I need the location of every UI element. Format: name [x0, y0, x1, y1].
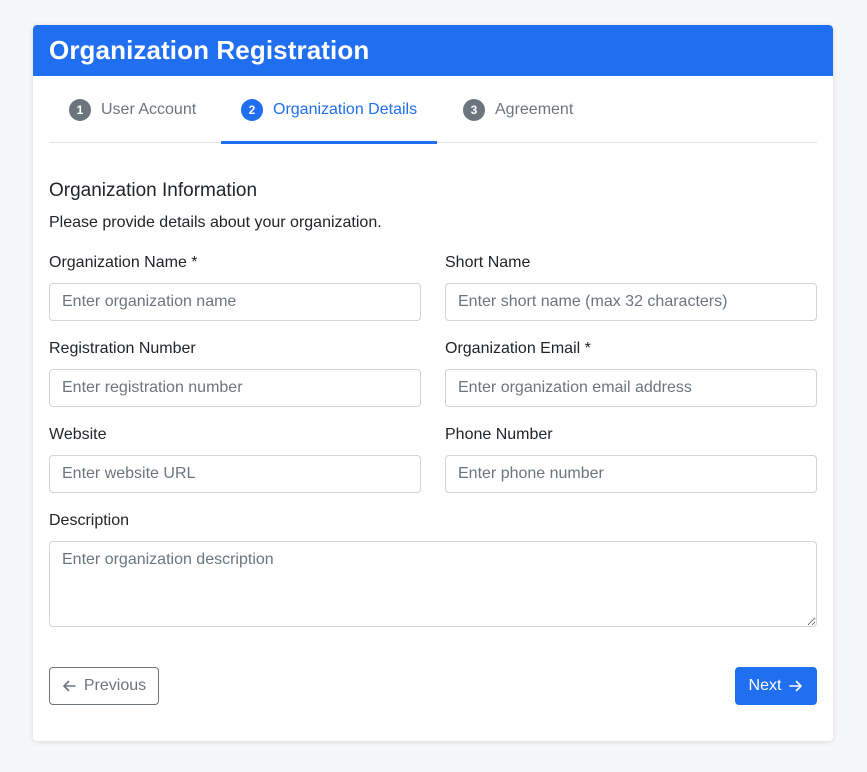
- step-label: User Account: [101, 100, 197, 118]
- reg-number-label: Registration Number: [49, 340, 196, 357]
- short-name-input[interactable]: [445, 283, 817, 321]
- registration-card: Organization Registration 1 User Account…: [33, 25, 833, 741]
- previous-button[interactable]: Previous: [49, 667, 159, 705]
- step-number-badge: 2: [241, 98, 263, 121]
- step-label: Organization Details: [273, 100, 418, 118]
- page-title: Organization Registration: [49, 35, 370, 65]
- arrow-left-icon: [62, 679, 76, 693]
- step-label: Agreement: [495, 100, 574, 118]
- next-button[interactable]: Next: [735, 667, 817, 705]
- step-number-badge: 1: [69, 98, 91, 121]
- step-number-badge: 3: [463, 98, 485, 121]
- org-name-label: Organization Name *: [49, 254, 198, 271]
- org-email-label: Organization Email *: [445, 340, 591, 357]
- org-email-input[interactable]: [445, 369, 817, 407]
- tab-agreement[interactable]: 3 Agreement: [463, 76, 573, 143]
- short-name-label: Short Name: [445, 254, 531, 271]
- phone-input[interactable]: [445, 455, 817, 493]
- next-button-label: Next: [748, 677, 782, 694]
- section-title: Organization Information: [49, 180, 258, 201]
- reg-number-input[interactable]: [49, 369, 421, 407]
- card-header: Organization Registration: [33, 25, 833, 76]
- step-tabs: 1 User Account 2 Organization Details 3 …: [49, 76, 817, 144]
- previous-button-label: Previous: [83, 677, 147, 694]
- tab-user-account[interactable]: 1 User Account: [69, 76, 196, 143]
- section-description: Please provide details about your organi…: [49, 214, 382, 231]
- phone-label: Phone Number: [445, 426, 553, 443]
- website-label: Website: [49, 426, 107, 443]
- org-name-input[interactable]: [49, 283, 421, 321]
- website-input[interactable]: [49, 455, 421, 493]
- description-textarea[interactable]: [49, 541, 817, 627]
- description-label: Description: [49, 512, 130, 529]
- tab-organization-details[interactable]: 2 Organization Details: [221, 76, 438, 144]
- arrow-right-icon: [789, 679, 803, 693]
